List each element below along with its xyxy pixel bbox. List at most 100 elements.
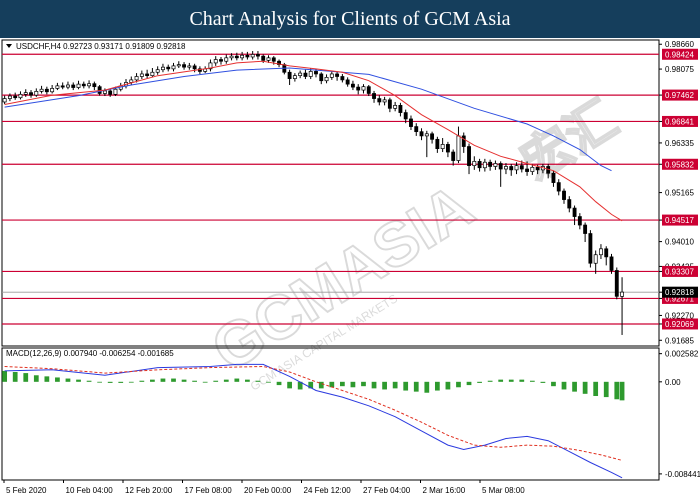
candle-body (387, 99, 392, 109)
candle-body (139, 73, 144, 77)
macd-histogram-bar (540, 381, 546, 383)
macd-histogram-bar (86, 380, 92, 382)
candle-body (488, 161, 493, 167)
macd-histogram-bar (23, 373, 29, 382)
candle-body (398, 105, 403, 113)
candle-body (145, 73, 150, 77)
candle-body (298, 72, 303, 77)
macd-tick-label: -0.008441 (665, 470, 700, 479)
candle-body (588, 233, 593, 264)
macd-histogram-bar (445, 381, 451, 390)
macd-histogram-bar (456, 381, 461, 388)
macd-histogram-bar (107, 381, 113, 383)
candle-body (430, 133, 435, 140)
candle-body (467, 146, 471, 166)
candle-body (314, 71, 318, 75)
candle-body (324, 76, 329, 82)
candle-body (266, 57, 271, 61)
macd-histogram-bar (371, 381, 377, 389)
candle-body (292, 75, 297, 79)
candle-body (372, 93, 376, 99)
candle-body (60, 85, 65, 88)
candle-body (514, 165, 519, 171)
macd-histogram-bar (434, 381, 440, 391)
macd-histogram-bar (529, 380, 535, 382)
candle-body (150, 71, 155, 77)
candle-body (356, 86, 361, 91)
candle-body (71, 84, 76, 88)
macd-histogram-bar (413, 381, 419, 392)
candle-body (303, 72, 308, 77)
candle-body (556, 182, 561, 192)
candle-body (287, 71, 292, 79)
candle-body (361, 86, 366, 91)
macd-histogram-bar (266, 381, 271, 383)
candle-body (129, 79, 134, 83)
macd-histogram-bar (171, 378, 176, 382)
macd-histogram-bar (2, 370, 8, 382)
candle-body (345, 79, 350, 85)
time-tick-label: 5 Feb 2020 (6, 486, 47, 495)
candle-body (419, 131, 424, 137)
candle-body (102, 90, 107, 94)
candle-body (7, 95, 12, 99)
candle-body (609, 256, 614, 271)
level-label: 0.95832 (665, 160, 694, 169)
candle-body (393, 105, 398, 109)
time-tick-label: 5 Mar 08:00 (482, 486, 525, 495)
macd-histogram-bar (118, 381, 124, 383)
candle-body (256, 54, 260, 57)
macd-histogram-bar (44, 376, 50, 382)
candle-body (572, 207, 577, 217)
candle-body (620, 291, 624, 297)
candle-body (530, 166, 535, 172)
candle-body (229, 55, 234, 59)
candle-body (614, 270, 619, 297)
macd-histogram-bar (498, 379, 504, 382)
macd-histogram-bar (128, 381, 134, 383)
price-tick-label: 0.96335 (665, 139, 694, 148)
macd-histogram-bar (582, 381, 588, 394)
macd-histogram-bar (614, 381, 620, 400)
macd-histogram-bar (234, 378, 240, 382)
candle-body (39, 88, 44, 92)
macd-histogram-bar (287, 381, 292, 389)
macd-histogram-bar (202, 381, 208, 383)
time-tick-label: 10 Feb 04:00 (66, 486, 114, 495)
price-tick-label: 0.94010 (665, 238, 694, 247)
candle-body (182, 64, 186, 68)
macd-histogram-bar (160, 378, 166, 382)
candle-body (18, 93, 23, 99)
candle-body (567, 199, 572, 209)
candle-body (562, 190, 566, 200)
candle-body (271, 57, 276, 62)
macd-histogram-bar (192, 380, 197, 382)
macd-histogram-bar (276, 381, 282, 386)
time-tick-label: 27 Feb 04:00 (363, 486, 411, 495)
macd-tick-label: 0.00 (665, 378, 681, 387)
candle-body (583, 224, 588, 234)
price-tick-label: 0.98075 (665, 65, 694, 74)
chart-area: GCMASIA 宏汇 GCM ASIA CAPITAL MARKETS 0.98… (0, 38, 700, 500)
macd-histogram-bar (619, 381, 625, 401)
candle-body (535, 166, 540, 171)
time-tick-label: 17 Feb 08:00 (185, 486, 233, 495)
candle-body (108, 90, 113, 95)
level-label: 0.93307 (665, 267, 694, 276)
macd-histogram-bar (223, 379, 229, 382)
macd-title: MACD(12,26,9) 0.007940 -0.006254 -0.0016… (6, 349, 174, 358)
macd-histogram-bar (487, 380, 493, 382)
macd-histogram-bar (403, 381, 409, 391)
candle-body (493, 163, 498, 167)
price-tick-label: 0.91685 (665, 336, 694, 345)
macd-histogram-bar (97, 381, 103, 383)
macd-histogram-bar (424, 381, 430, 393)
candle-body (166, 66, 171, 70)
candle-body (319, 73, 324, 82)
candle-body (340, 76, 345, 81)
price-tick-label: 0.95165 (665, 189, 694, 198)
candle-body (498, 163, 503, 170)
macd-histogram-bar (392, 381, 398, 389)
candle-body (435, 138, 440, 149)
time-tick-label: 2 Mar 16:00 (423, 486, 466, 495)
